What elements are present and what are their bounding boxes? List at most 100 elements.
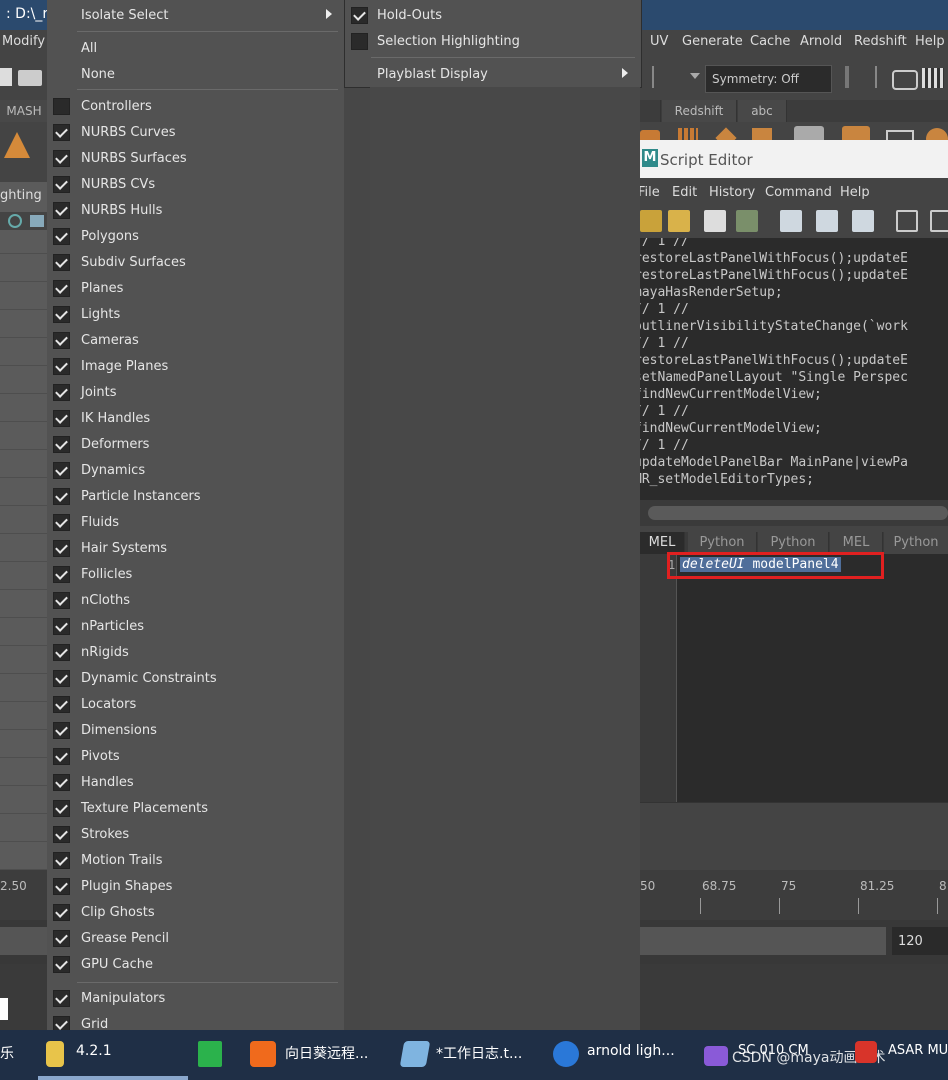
checkbox-item[interactable] bbox=[53, 306, 70, 323]
clear-history-icon[interactable] bbox=[780, 210, 802, 232]
menu-modify[interactable]: Modify bbox=[2, 34, 45, 49]
se-menu-edit[interactable]: Edit bbox=[672, 185, 697, 200]
menu-cache[interactable]: Cache bbox=[750, 34, 790, 49]
checkbox-item[interactable] bbox=[53, 722, 70, 739]
render-view-icon[interactable] bbox=[892, 70, 918, 90]
menu-redshift[interactable]: Redshift bbox=[854, 34, 907, 49]
menu-item[interactable]: Lights bbox=[81, 307, 120, 322]
tab-python[interactable]: Python bbox=[884, 532, 948, 554]
source-script-icon[interactable] bbox=[668, 210, 690, 232]
shelf-tab-partial[interactable] bbox=[640, 100, 661, 122]
tab-python[interactable]: Python bbox=[758, 532, 829, 554]
show-history-icon[interactable] bbox=[896, 210, 918, 232]
checkbox-item[interactable] bbox=[53, 124, 70, 141]
menu-item[interactable]: Dynamic Constraints bbox=[81, 671, 217, 686]
checkbox-item[interactable] bbox=[53, 228, 70, 245]
taskbar-item[interactable]: ASAR MU bbox=[888, 1043, 948, 1058]
clapper-icon[interactable] bbox=[922, 68, 944, 88]
viewport-lighting-menu[interactable]: ghting bbox=[0, 188, 42, 203]
menu-item[interactable]: Follicles bbox=[81, 567, 132, 582]
history-scrollbar[interactable] bbox=[640, 500, 948, 526]
menu-item-manipulators[interactable]: Manipulators bbox=[81, 991, 165, 1006]
checkbox-manipulators[interactable] bbox=[53, 990, 70, 1007]
checkbox-item[interactable] bbox=[53, 644, 70, 661]
checkbox-item[interactable] bbox=[53, 930, 70, 947]
checkbox-item[interactable] bbox=[53, 878, 70, 895]
menu-item-playblast-display[interactable]: Playblast Display bbox=[377, 67, 488, 82]
checkbox-item[interactable] bbox=[53, 436, 70, 453]
shelf-tab-abc[interactable]: abc bbox=[738, 100, 787, 122]
checkbox-item[interactable] bbox=[53, 540, 70, 557]
menu-item[interactable]: Image Planes bbox=[81, 359, 168, 374]
script-input-field[interactable] bbox=[676, 554, 948, 802]
menu-item[interactable]: Controllers bbox=[81, 99, 152, 114]
menu-item[interactable]: nCloths bbox=[81, 593, 130, 608]
checkbox-item[interactable] bbox=[53, 774, 70, 791]
taskbar-item[interactable]: *工作日志.t... bbox=[436, 1043, 522, 1063]
menu-item-none[interactable]: None bbox=[81, 67, 115, 82]
command-line-field[interactable] bbox=[0, 998, 8, 1020]
menu-item-all[interactable]: All bbox=[81, 41, 97, 56]
mash-cone-icon[interactable] bbox=[4, 132, 30, 158]
script-history-panel[interactable]: // 1 // restoreLastPanelWithFocus();upda… bbox=[640, 238, 948, 500]
se-menu-file[interactable]: File bbox=[638, 185, 660, 200]
checkbox-item[interactable] bbox=[53, 696, 70, 713]
app-icon[interactable] bbox=[855, 1041, 877, 1063]
checkbox-item[interactable] bbox=[53, 384, 70, 401]
taskbar-item[interactable]: 4.2.1 bbox=[76, 1043, 112, 1059]
checkbox-item[interactable] bbox=[53, 332, 70, 349]
menu-item[interactable]: Cameras bbox=[81, 333, 139, 348]
tab-mel[interactable]: MEL bbox=[640, 532, 685, 554]
tab-python[interactable]: Python bbox=[688, 532, 757, 554]
checkbox-item[interactable] bbox=[53, 904, 70, 921]
shelf-tab-redshift[interactable]: Redshift bbox=[662, 100, 737, 122]
folder-icon[interactable] bbox=[46, 1041, 64, 1067]
menu-item[interactable]: Plugin Shapes bbox=[81, 879, 172, 894]
menu-generate[interactable]: Generate bbox=[682, 34, 743, 49]
menu-item[interactable]: Pivots bbox=[81, 749, 120, 764]
menu-item[interactable]: NURBS Curves bbox=[81, 125, 175, 140]
menu-item[interactable]: Polygons bbox=[81, 229, 139, 244]
menu-item-isolate-select[interactable]: Isolate Select bbox=[81, 8, 168, 23]
checkbox-item[interactable] bbox=[53, 462, 70, 479]
menu-item[interactable]: Handles bbox=[81, 775, 134, 790]
menu-item[interactable]: Grease Pencil bbox=[81, 931, 169, 946]
checkbox-item[interactable] bbox=[53, 150, 70, 167]
checkbox-item[interactable] bbox=[53, 98, 70, 115]
menu-item[interactable]: nParticles bbox=[81, 619, 144, 634]
menu-item[interactable]: Joints bbox=[81, 385, 117, 400]
show-input-icon[interactable] bbox=[930, 210, 948, 232]
se-menu-help[interactable]: Help bbox=[840, 185, 870, 200]
se-menu-command[interactable]: Command bbox=[765, 185, 832, 200]
menu-item[interactable]: Dynamics bbox=[81, 463, 145, 478]
menu-item[interactable]: NURBS Hulls bbox=[81, 203, 162, 218]
menu-item[interactable]: Hair Systems bbox=[81, 541, 167, 556]
checkbox-item[interactable] bbox=[53, 956, 70, 973]
checkbox-item[interactable] bbox=[53, 254, 70, 271]
checkbox-item[interactable] bbox=[53, 410, 70, 427]
notepad-icon[interactable] bbox=[399, 1041, 431, 1067]
taskbar-item[interactable]: 乐 bbox=[0, 1043, 14, 1063]
checkbox-item[interactable] bbox=[53, 748, 70, 765]
checkbox-item[interactable] bbox=[53, 592, 70, 609]
range-start-field[interactable] bbox=[0, 927, 48, 955]
shelf-tab-mash[interactable]: MASH bbox=[0, 100, 49, 122]
snap-icon[interactable] bbox=[8, 214, 22, 228]
scrollbar-thumb[interactable] bbox=[648, 506, 948, 520]
menu-item[interactable]: GPU Cache bbox=[81, 957, 153, 972]
clear-all-icon[interactable] bbox=[852, 210, 874, 232]
menu-item[interactable]: IK Handles bbox=[81, 411, 150, 426]
menu-item[interactable]: NURBS CVs bbox=[81, 177, 155, 192]
sogou-icon[interactable] bbox=[553, 1041, 579, 1067]
se-menu-history[interactable]: History bbox=[709, 185, 755, 200]
symmetry-dropdown[interactable]: Symmetry: Off bbox=[705, 65, 832, 93]
menu-item[interactable]: Locators bbox=[81, 697, 136, 712]
menu-item[interactable]: nRigids bbox=[81, 645, 129, 660]
menu-item[interactable]: Subdiv Surfaces bbox=[81, 255, 186, 270]
green-pipe-icon[interactable] bbox=[198, 1041, 222, 1067]
menu-uv[interactable]: UV bbox=[650, 34, 668, 49]
checkbox-item[interactable] bbox=[53, 280, 70, 297]
menu-item[interactable]: Fluids bbox=[81, 515, 119, 530]
save-to-shelf-icon[interactable] bbox=[736, 210, 758, 232]
checkbox-item[interactable] bbox=[53, 358, 70, 375]
